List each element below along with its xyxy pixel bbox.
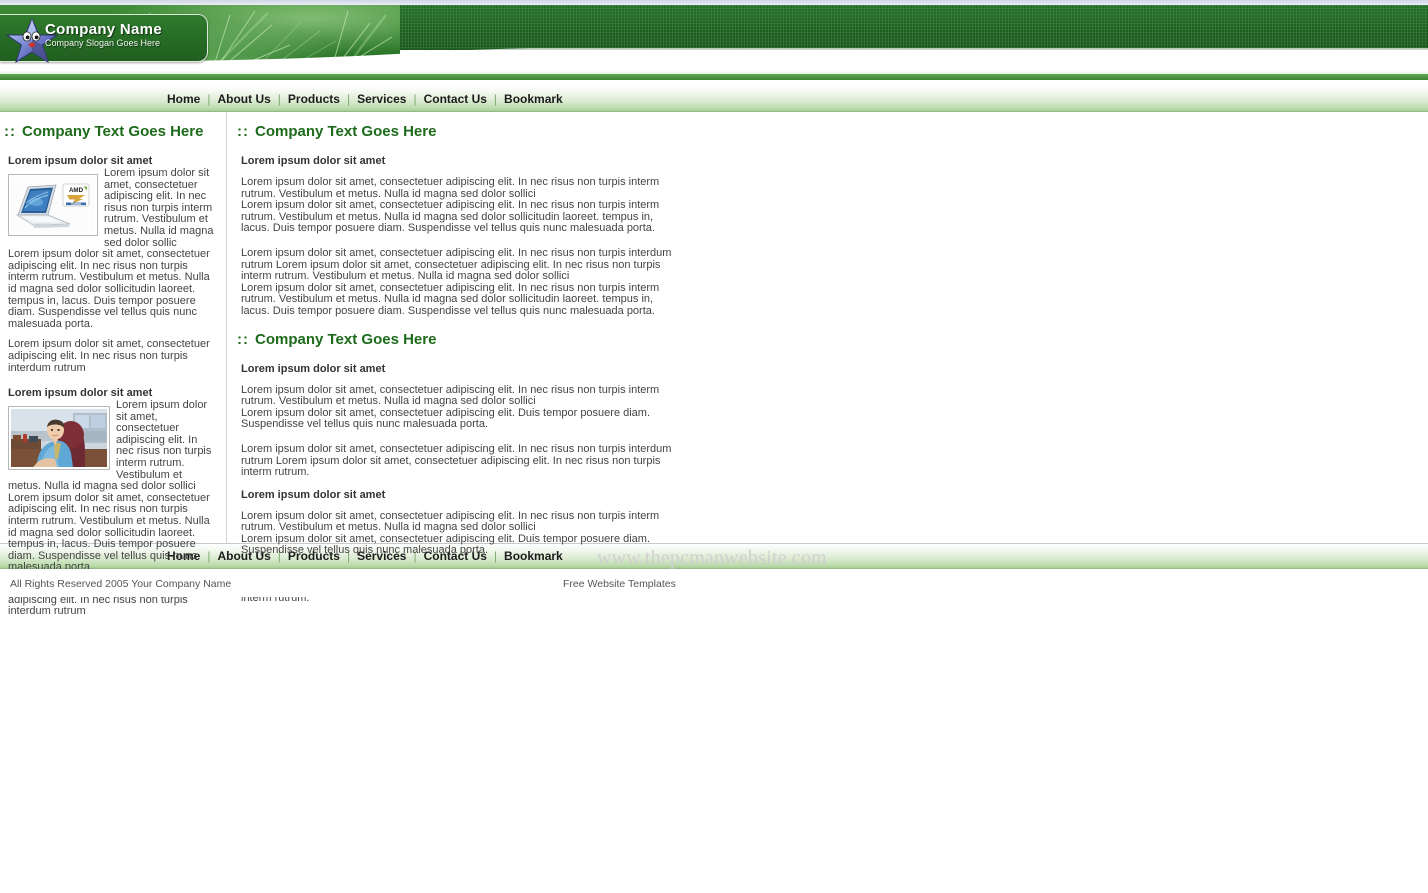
businessman-thumbnail[interactable] [8, 406, 110, 471]
right-section2-block1-para1: Lorem ipsum dolor sit amet, consectetuer… [241, 383, 660, 408]
logo-plate[interactable]: Company Name Company Slogan Goes Here [0, 14, 208, 64]
right-section2-block1-para3: Lorem ipsum dolor sit amet, consectetuer… [241, 442, 672, 479]
left-block1-body-text: Lorem ipsum dolor sit amet, consectetuer… [8, 248, 210, 330]
nav-item-about-us[interactable]: About Us [210, 92, 277, 106]
left-block1-subtitle: Lorem ipsum dolor sit amet [8, 155, 153, 167]
businessman-image [11, 409, 107, 468]
left-block1-tail-text: Lorem ipsum dolor sit amet, consectetuer… [8, 338, 210, 374]
svg-text:AMD: AMD [69, 187, 84, 194]
primary-navigation: Home | About Us | Products | Services | … [0, 86, 1428, 112]
heading-text: Company Text Goes Here [255, 330, 437, 348]
left-section-heading: :: Company Text Goes Here [4, 122, 218, 142]
right-section2-block2-para1: Lorem ipsum dolor sit amet, consectetuer… [241, 509, 660, 534]
left-column: :: Company Text Goes Here Lorem ipsum dol… [0, 112, 227, 617]
right-section1-subtitle: Lorem ipsum dolor sit amet [241, 155, 386, 167]
right-section2-block2-subtitle: Lorem ipsum dolor sit amet [241, 488, 386, 501]
copyright-text: All Rights Reserved 2005 Your Company Na… [10, 578, 232, 590]
page-blank-area [0, 597, 1428, 882]
right-section2-block1-subtitle: Lorem ipsum dolor sit amet [241, 362, 386, 375]
nav-item-home[interactable]: Home [160, 92, 207, 106]
footer-legal-bar: All Rights Reserved 2005 Your Company Na… [0, 569, 1428, 597]
heading-text: Company Text Goes Here [255, 123, 437, 140]
right-section2-block2-para2: Lorem ipsum dolor sit amet, consectetuer… [241, 532, 651, 557]
svg-text:Turion: Turion [71, 202, 81, 206]
right-section2-heading: :: Company Text Goes Here [237, 330, 1420, 350]
company-slogan: Company Slogan Goes Here [45, 38, 161, 48]
laptop-thumbnail[interactable]: AMD Turion [8, 174, 98, 236]
site-header: Company Name Company Slogan Goes Here [0, 0, 1428, 86]
right-section1-para4: Lorem ipsum dolor sit amet, consectetuer… [241, 281, 660, 317]
heading-text: Company Text Goes Here [22, 123, 204, 140]
template-credit-text[interactable]: Free Website Templates [563, 578, 676, 590]
heading-colons: :: [237, 123, 249, 140]
nav-item-contact-us[interactable]: Contact Us [417, 92, 494, 106]
left-block2-body-text: Lorem ipsum dolor sit amet, consectetuer… [8, 491, 210, 574]
heading-colons: :: [237, 330, 249, 348]
right-section1-para3: Lorem ipsum dolor sit amet, consectetuer… [241, 246, 672, 283]
nav-item-products[interactable]: Products [281, 92, 347, 106]
right-section1-para2: Lorem ipsum dolor sit amet, consectetuer… [241, 199, 660, 235]
right-column: :: Company Text Goes Here Lorem ipsum dol… [227, 112, 1428, 604]
company-name: Company Name [45, 21, 162, 38]
right-section2-block1-para2: Lorem ipsum dolor sit amet, consectetuer… [241, 406, 651, 431]
page-content: :: Company Text Goes Here Lorem ipsum dol… [0, 112, 1428, 617]
left-block2-thumb-wrap[interactable] [8, 406, 110, 471]
left-block2-subtitle: Lorem ipsum dolor sit amet [8, 387, 153, 400]
right-section1-heading: :: Company Text Goes Here [237, 122, 1420, 142]
nav-item-bookmark[interactable]: Bookmark [497, 92, 570, 106]
right-section1-para1: Lorem ipsum dolor sit amet, consectetuer… [241, 176, 660, 200]
heading-colons: :: [4, 123, 16, 140]
laptop-image: AMD Turion [11, 177, 95, 233]
left-block1-thumb-wrap[interactable]: AMD Turion [8, 174, 98, 236]
nav-item-services[interactable]: Services [350, 92, 413, 106]
header-white-gap [0, 80, 1428, 86]
